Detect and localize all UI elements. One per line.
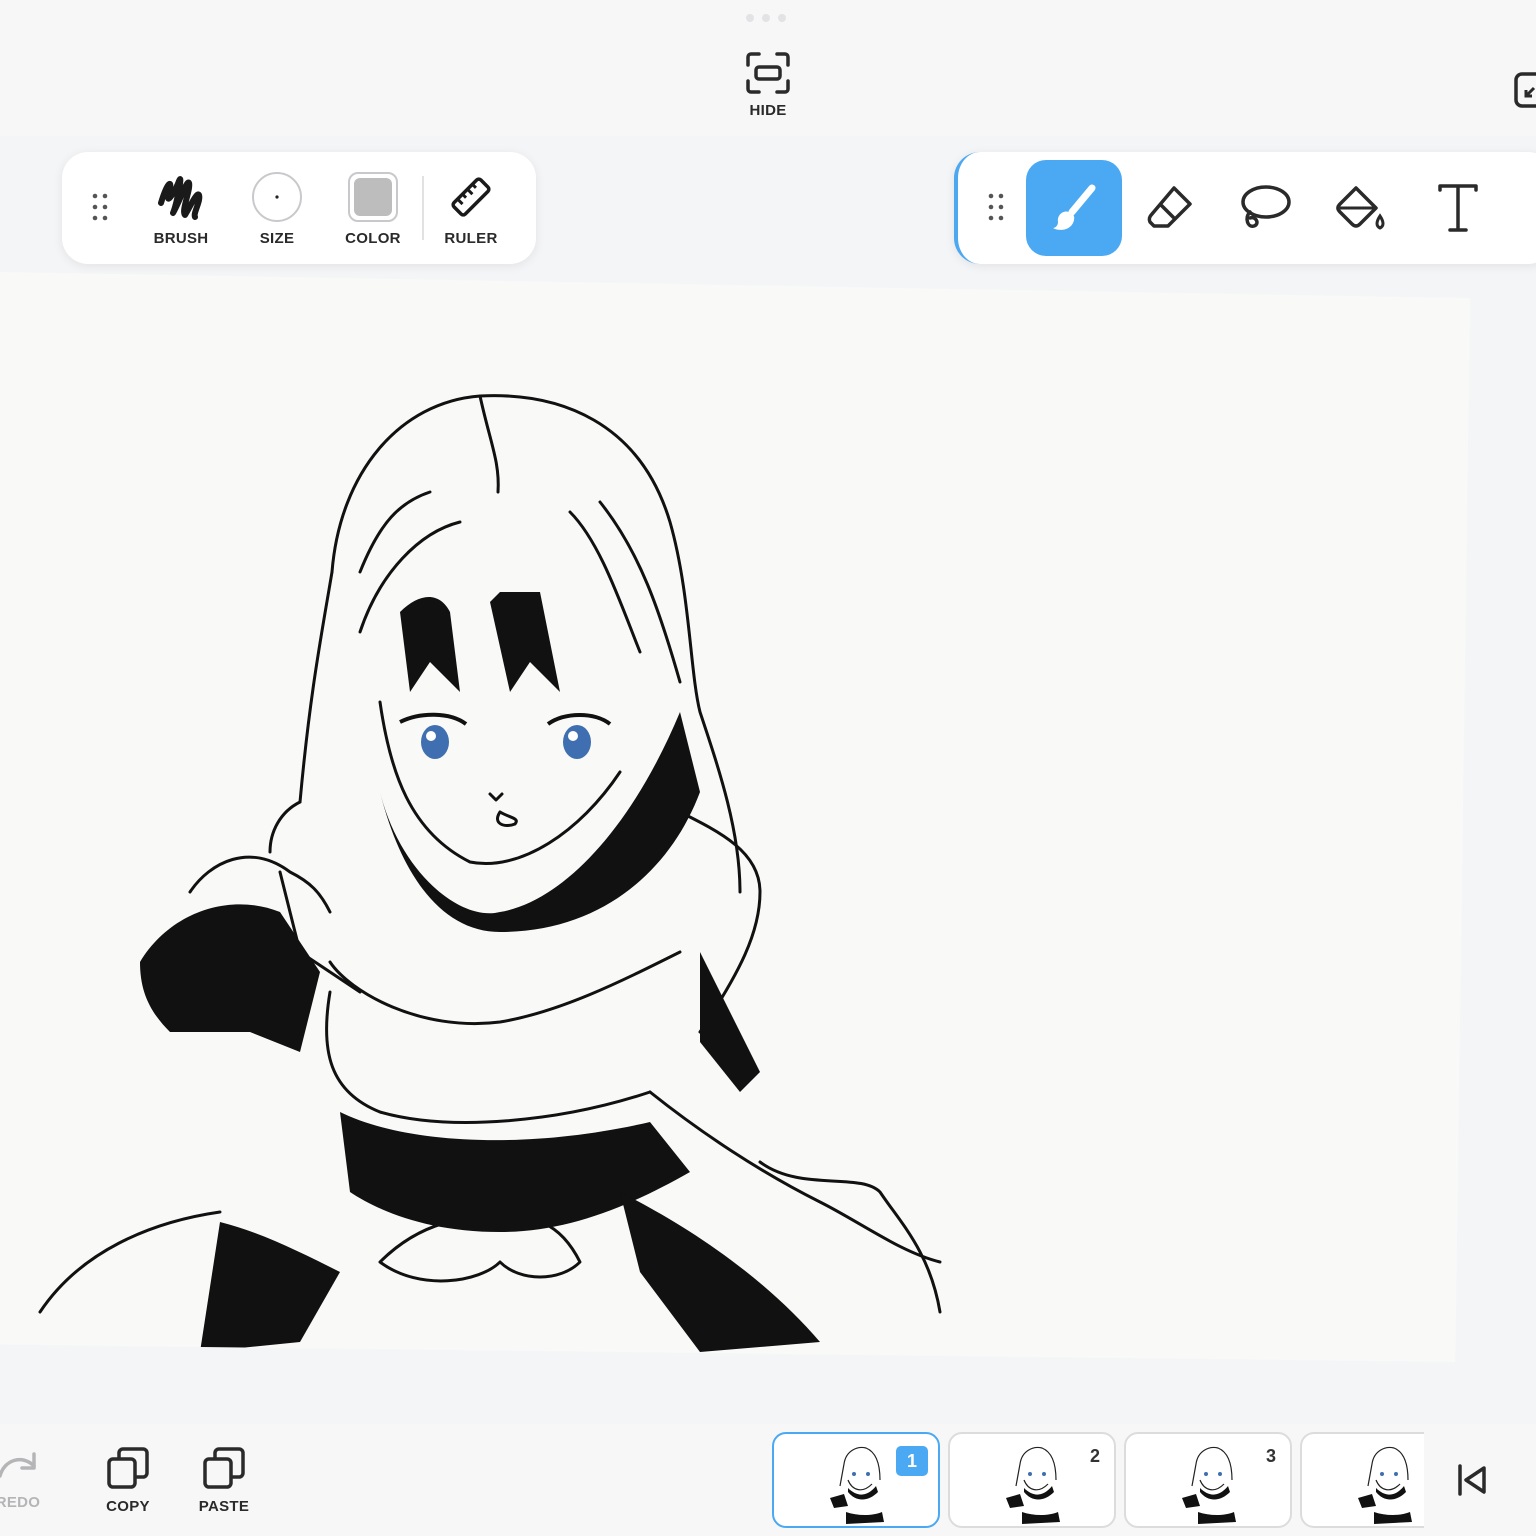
- paste-label: PASTE: [198, 1498, 250, 1515]
- eraser-icon: [1147, 186, 1192, 228]
- ruler-icon: [451, 177, 491, 217]
- drag-handle-icon[interactable]: [986, 192, 1006, 222]
- toolbar-divider: [422, 176, 424, 240]
- frame-preview: [1006, 1446, 1060, 1524]
- frame-thumbnail-3[interactable]: 3: [1124, 1432, 1292, 1528]
- lasso-tool[interactable]: [1218, 160, 1314, 256]
- frame-number: 1: [896, 1446, 928, 1476]
- paste-icon: [203, 1447, 245, 1489]
- top-grabber[interactable]: [746, 14, 786, 22]
- paintbrush-icon: [1053, 184, 1096, 230]
- color-swatch-icon: [348, 172, 398, 222]
- copy-icon: [107, 1447, 149, 1489]
- drawing-canvas[interactable]: [0, 272, 1470, 1362]
- frame-preview: [1358, 1446, 1412, 1524]
- ruler-label: RULER: [444, 230, 498, 247]
- redo-arrow-icon: [0, 1452, 36, 1478]
- brush-label: BRUSH: [153, 230, 209, 247]
- eraser-tool[interactable]: [1122, 160, 1218, 256]
- ruler-button[interactable]: RULER: [428, 170, 514, 250]
- frame-preview: [1182, 1446, 1236, 1524]
- character-line-art: [38, 394, 942, 1352]
- drag-handle-icon[interactable]: [90, 192, 110, 222]
- redo-button[interactable]: REDO: [0, 1446, 66, 1526]
- fill-tool[interactable]: [1314, 160, 1410, 256]
- hide-fullscreen-icon: [746, 52, 790, 94]
- frame-thumbnail-4[interactable]: [1300, 1432, 1424, 1528]
- paint-bucket-icon: [1336, 186, 1385, 230]
- lasso-icon: [1241, 185, 1291, 228]
- frame-number: 3: [1265, 1446, 1276, 1466]
- paste-button[interactable]: PASTE: [176, 1446, 272, 1526]
- copy-label: COPY: [106, 1498, 150, 1515]
- text-icon: [1438, 184, 1478, 232]
- brush-tool[interactable]: [1026, 160, 1122, 256]
- size-label: SIZE: [259, 230, 295, 247]
- text-tool[interactable]: [1410, 160, 1506, 256]
- frame-preview: [830, 1446, 884, 1524]
- drawing-tools-toolbar: [954, 152, 1536, 264]
- frame-thumbnail-1[interactable]: 1: [772, 1432, 940, 1528]
- copy-button[interactable]: COPY: [80, 1446, 176, 1526]
- skip-to-first-frame-icon[interactable]: [1454, 1462, 1490, 1498]
- hide-label: HIDE: [749, 102, 787, 119]
- redo-label: REDO: [0, 1494, 41, 1511]
- size-button[interactable]: SIZE: [234, 170, 320, 250]
- hide-button[interactable]: HIDE: [728, 52, 808, 128]
- color-button[interactable]: COLOR: [330, 170, 416, 250]
- brush-stroke-icon: [158, 176, 203, 220]
- frame-thumbnail-2[interactable]: 2: [948, 1432, 1116, 1528]
- collapse-window-icon[interactable]: [1512, 70, 1536, 110]
- size-circle-icon: [252, 172, 302, 222]
- brush-button[interactable]: BRUSH: [138, 170, 224, 250]
- frame-number: 2: [1089, 1446, 1100, 1466]
- top-bar: HIDE: [0, 0, 1536, 136]
- color-label: COLOR: [345, 230, 401, 247]
- brush-settings-toolbar: BRUSH SIZE COLOR RULER: [62, 152, 536, 264]
